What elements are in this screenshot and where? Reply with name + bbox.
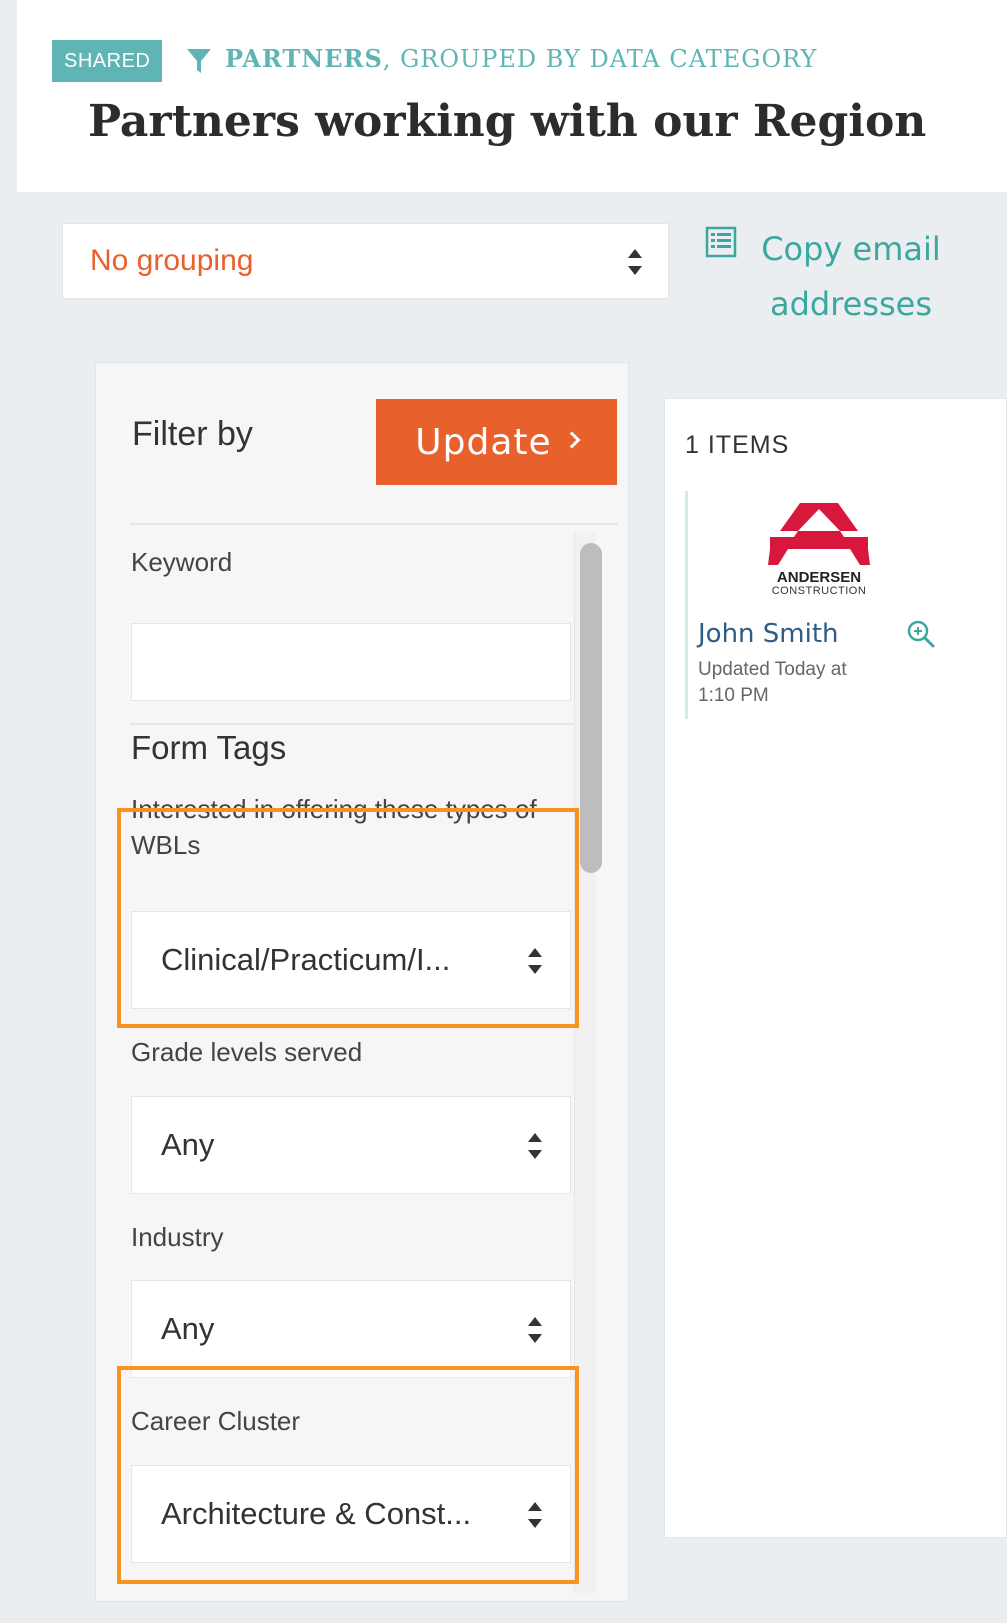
filter-title: Filter by bbox=[132, 415, 253, 453]
items-count: 1 ITEMS bbox=[685, 431, 790, 459]
updated-timestamp: Updated Today at 1:10 PM bbox=[698, 659, 847, 706]
update-button[interactable]: Update bbox=[376, 399, 617, 485]
zoom-icon[interactable] bbox=[906, 619, 936, 649]
industry-label: Industry bbox=[131, 1222, 224, 1252]
wbl-types-select-value: Clinical/Practicum/I... bbox=[161, 942, 451, 977]
scrollbar-thumb[interactable] bbox=[580, 543, 602, 873]
form-tags-heading: Form Tags bbox=[131, 729, 287, 766]
contact-name-link[interactable]: John Smith bbox=[698, 619, 839, 649]
copy-email-label: Copy email addresses bbox=[761, 230, 941, 323]
select-arrows-icon bbox=[526, 948, 544, 974]
logo-name: ANDERSEN bbox=[776, 569, 862, 586]
grouping-select-value: No grouping bbox=[90, 244, 254, 277]
funnel-icon bbox=[187, 49, 211, 73]
andersen-logo-icon bbox=[768, 503, 870, 565]
logo-subtitle: CONSTRUCTION bbox=[771, 585, 867, 597]
keyword-input[interactable] bbox=[131, 623, 571, 701]
grade-levels-label: Grade levels served bbox=[131, 1037, 363, 1067]
filter-panel: Filter by Update Keyword Form Tags Inter… bbox=[95, 362, 629, 1602]
grade-levels-select[interactable]: Any bbox=[131, 1096, 571, 1194]
industry-select[interactable]: Any bbox=[131, 1280, 571, 1378]
page-title: Partners working with our Region bbox=[88, 96, 927, 147]
keyword-label: Keyword bbox=[131, 547, 233, 577]
select-arrows-icon bbox=[626, 249, 644, 275]
career-cluster-select[interactable]: Architecture & Const... bbox=[131, 1465, 571, 1563]
company-logo: ANDERSEN CONSTRUCTION bbox=[768, 501, 870, 607]
breadcrumb[interactable]: PARTNERS, GROUPED BY DATA CATEGORY bbox=[225, 42, 817, 76]
update-button-label: Update bbox=[415, 421, 552, 463]
industry-select-value: Any bbox=[161, 1311, 215, 1346]
breadcrumb-partners[interactable]: PARTNERS bbox=[225, 44, 383, 73]
wbl-types-label: Interested in offering these types of WB… bbox=[131, 794, 537, 860]
list-icon bbox=[705, 226, 737, 258]
divider bbox=[130, 523, 618, 525]
grouping-select[interactable]: No grouping bbox=[62, 223, 669, 299]
page-header: SHARED PARTNERS, GROUPED BY DATA CATEGOR… bbox=[17, 0, 1007, 192]
select-arrows-icon bbox=[526, 1502, 544, 1528]
select-arrows-icon bbox=[526, 1133, 544, 1159]
grade-levels-select-value: Any bbox=[161, 1127, 215, 1162]
breadcrumb-grouping: , GROUPED BY DATA CATEGORY bbox=[382, 45, 818, 73]
career-cluster-label: Career Cluster bbox=[131, 1406, 301, 1436]
wbl-types-select[interactable]: Clinical/Practicum/I... bbox=[131, 911, 571, 1009]
result-card[interactable]: ANDERSEN CONSTRUCTION John Smith Updated… bbox=[685, 491, 947, 719]
copy-email-button[interactable]: Copy email addresses bbox=[704, 222, 954, 332]
chevron-right-icon bbox=[563, 431, 581, 449]
career-cluster-select-value: Architecture & Const... bbox=[161, 1496, 472, 1531]
shared-badge: SHARED bbox=[52, 40, 163, 82]
results-panel: 1 ITEMS ANDERSEN CONSTRUCTION John Smith… bbox=[664, 398, 1007, 1538]
divider bbox=[130, 723, 574, 725]
select-arrows-icon bbox=[526, 1317, 544, 1343]
